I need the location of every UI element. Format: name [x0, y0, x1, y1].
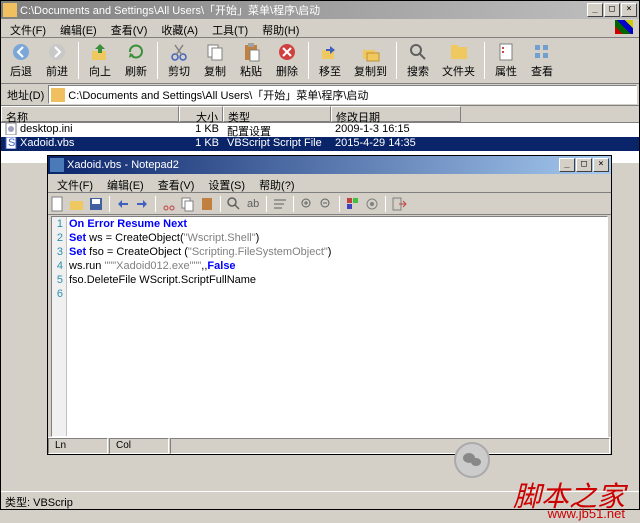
menu-help[interactable]: 帮助(H): [255, 20, 306, 36]
notepad2-icon: [50, 158, 64, 172]
views-button[interactable]: 查看: [524, 40, 560, 81]
find-icon[interactable]: [226, 196, 242, 212]
delete-button[interactable]: 删除: [269, 40, 305, 81]
col-size[interactable]: 大小: [179, 106, 223, 122]
wordwrap-icon[interactable]: [272, 196, 288, 212]
file-row[interactable]: desktop.ini 1 KB 配置设置 2009-1-3 16:15: [1, 123, 639, 137]
exit-icon[interactable]: [391, 196, 407, 212]
menu-help[interactable]: 帮助(?): [252, 175, 301, 191]
col-type[interactable]: 类型: [223, 106, 331, 122]
watermark-url: www.jb51.net: [548, 506, 625, 521]
search-button[interactable]: 搜索: [400, 40, 436, 81]
notepad2-toolbar: ab: [48, 193, 611, 215]
windows-flag-icon: [615, 20, 633, 34]
replace-icon[interactable]: ab: [245, 196, 261, 212]
notepad2-menubar: 文件(F) 编辑(E) 查看(V) 设置(S) 帮助(?): [48, 174, 611, 193]
status-text: 类型: VBScrip: [5, 497, 73, 509]
explorer-menubar: 文件(F) 编辑(E) 查看(V) 收藏(A) 工具(T) 帮助(H): [1, 19, 639, 38]
copy-button[interactable]: 复制: [197, 40, 233, 81]
save-icon[interactable]: [88, 196, 104, 212]
col-name[interactable]: 名称: [1, 106, 179, 122]
open-icon[interactable]: [69, 196, 85, 212]
menu-file[interactable]: 文件(F): [3, 20, 53, 36]
svg-text:S: S: [8, 137, 15, 149]
minimize-button[interactable]: _: [587, 3, 603, 17]
notepad2-statusbar: Ln Col: [48, 437, 611, 454]
wechat-watermark-icon: [454, 442, 490, 478]
cut-icon[interactable]: [161, 196, 177, 212]
window-title: C:\Documents and Settings\All Users\「开始」…: [20, 2, 587, 18]
copyto-button[interactable]: 复制到: [348, 40, 393, 81]
vbs-file-icon: S: [5, 137, 19, 149]
menu-settings[interactable]: 设置(S): [201, 175, 252, 191]
cut-button[interactable]: 剪切: [161, 40, 197, 81]
properties-button[interactable]: 属性: [488, 40, 524, 81]
file-row[interactable]: SXadoid.vbs 1 KB VBScript Script File 20…: [1, 137, 639, 151]
folder-icon: [51, 88, 65, 102]
maximize-button[interactable]: □: [604, 3, 620, 17]
explorer-toolbar: 后退 前进 向上 刷新 剪切 复制 粘贴 删除 移至 复制到 搜索 文件夹 属性…: [1, 38, 639, 84]
status-ln: Ln: [48, 438, 108, 454]
address-field[interactable]: C:\Documents and Settings\All Users\「开始」…: [48, 85, 637, 104]
paste-icon[interactable]: [199, 196, 215, 212]
menu-file[interactable]: 文件(F): [50, 175, 100, 191]
maximize-button[interactable]: □: [576, 158, 592, 172]
menu-view[interactable]: 查看(V): [104, 20, 155, 36]
new-icon[interactable]: [50, 196, 66, 212]
copy-icon[interactable]: [180, 196, 196, 212]
close-button[interactable]: ×: [593, 158, 609, 172]
menu-edit[interactable]: 编辑(E): [100, 175, 151, 191]
zoomin-icon[interactable]: [299, 196, 315, 212]
refresh-button[interactable]: 刷新: [118, 40, 154, 81]
code-editor[interactable]: 123456 On Error Resume Next Set ws = Cre…: [51, 216, 608, 437]
status-col: Col: [109, 438, 169, 454]
svg-text:ab: ab: [247, 198, 259, 210]
zoomout-icon[interactable]: [318, 196, 334, 212]
column-headers: 名称 大小 类型 修改日期: [1, 106, 639, 123]
address-label: 地址(D): [3, 87, 48, 103]
folders-button[interactable]: 文件夹: [436, 40, 481, 81]
undo-icon[interactable]: [115, 196, 131, 212]
redo-icon[interactable]: [134, 196, 150, 212]
explorer-titlebar[interactable]: C:\Documents and Settings\All Users\「开始」…: [1, 1, 639, 19]
ini-file-icon: [5, 123, 19, 135]
notepad2-window: Xadoid.vbs - Notepad2 _ □ × 文件(F) 编辑(E) …: [47, 155, 612, 455]
close-button[interactable]: ×: [621, 3, 637, 17]
notepad2-titlebar[interactable]: Xadoid.vbs - Notepad2 _ □ ×: [48, 156, 611, 174]
moveto-button[interactable]: 移至: [312, 40, 348, 81]
menu-favorites[interactable]: 收藏(A): [154, 20, 205, 36]
paste-button[interactable]: 粘贴: [233, 40, 269, 81]
back-button[interactable]: 后退: [3, 40, 39, 81]
up-button[interactable]: 向上: [82, 40, 118, 81]
address-bar: 地址(D) C:\Documents and Settings\All User…: [1, 84, 639, 106]
folder-icon: [3, 3, 17, 17]
menu-tools[interactable]: 工具(T): [205, 20, 255, 36]
notepad2-title: Xadoid.vbs - Notepad2: [67, 159, 559, 171]
line-gutter: 123456: [52, 217, 67, 436]
forward-button[interactable]: 前进: [39, 40, 75, 81]
address-text: C:\Documents and Settings\All Users\「开始」…: [68, 87, 368, 103]
col-date[interactable]: 修改日期: [331, 106, 461, 122]
code-content[interactable]: On Error Resume Next Set ws = CreateObje…: [69, 217, 607, 287]
scheme-icon[interactable]: [345, 196, 361, 212]
minimize-button[interactable]: _: [559, 158, 575, 172]
menu-edit[interactable]: 编辑(E): [53, 20, 104, 36]
settings-icon[interactable]: [364, 196, 380, 212]
menu-view[interactable]: 查看(V): [151, 175, 202, 191]
